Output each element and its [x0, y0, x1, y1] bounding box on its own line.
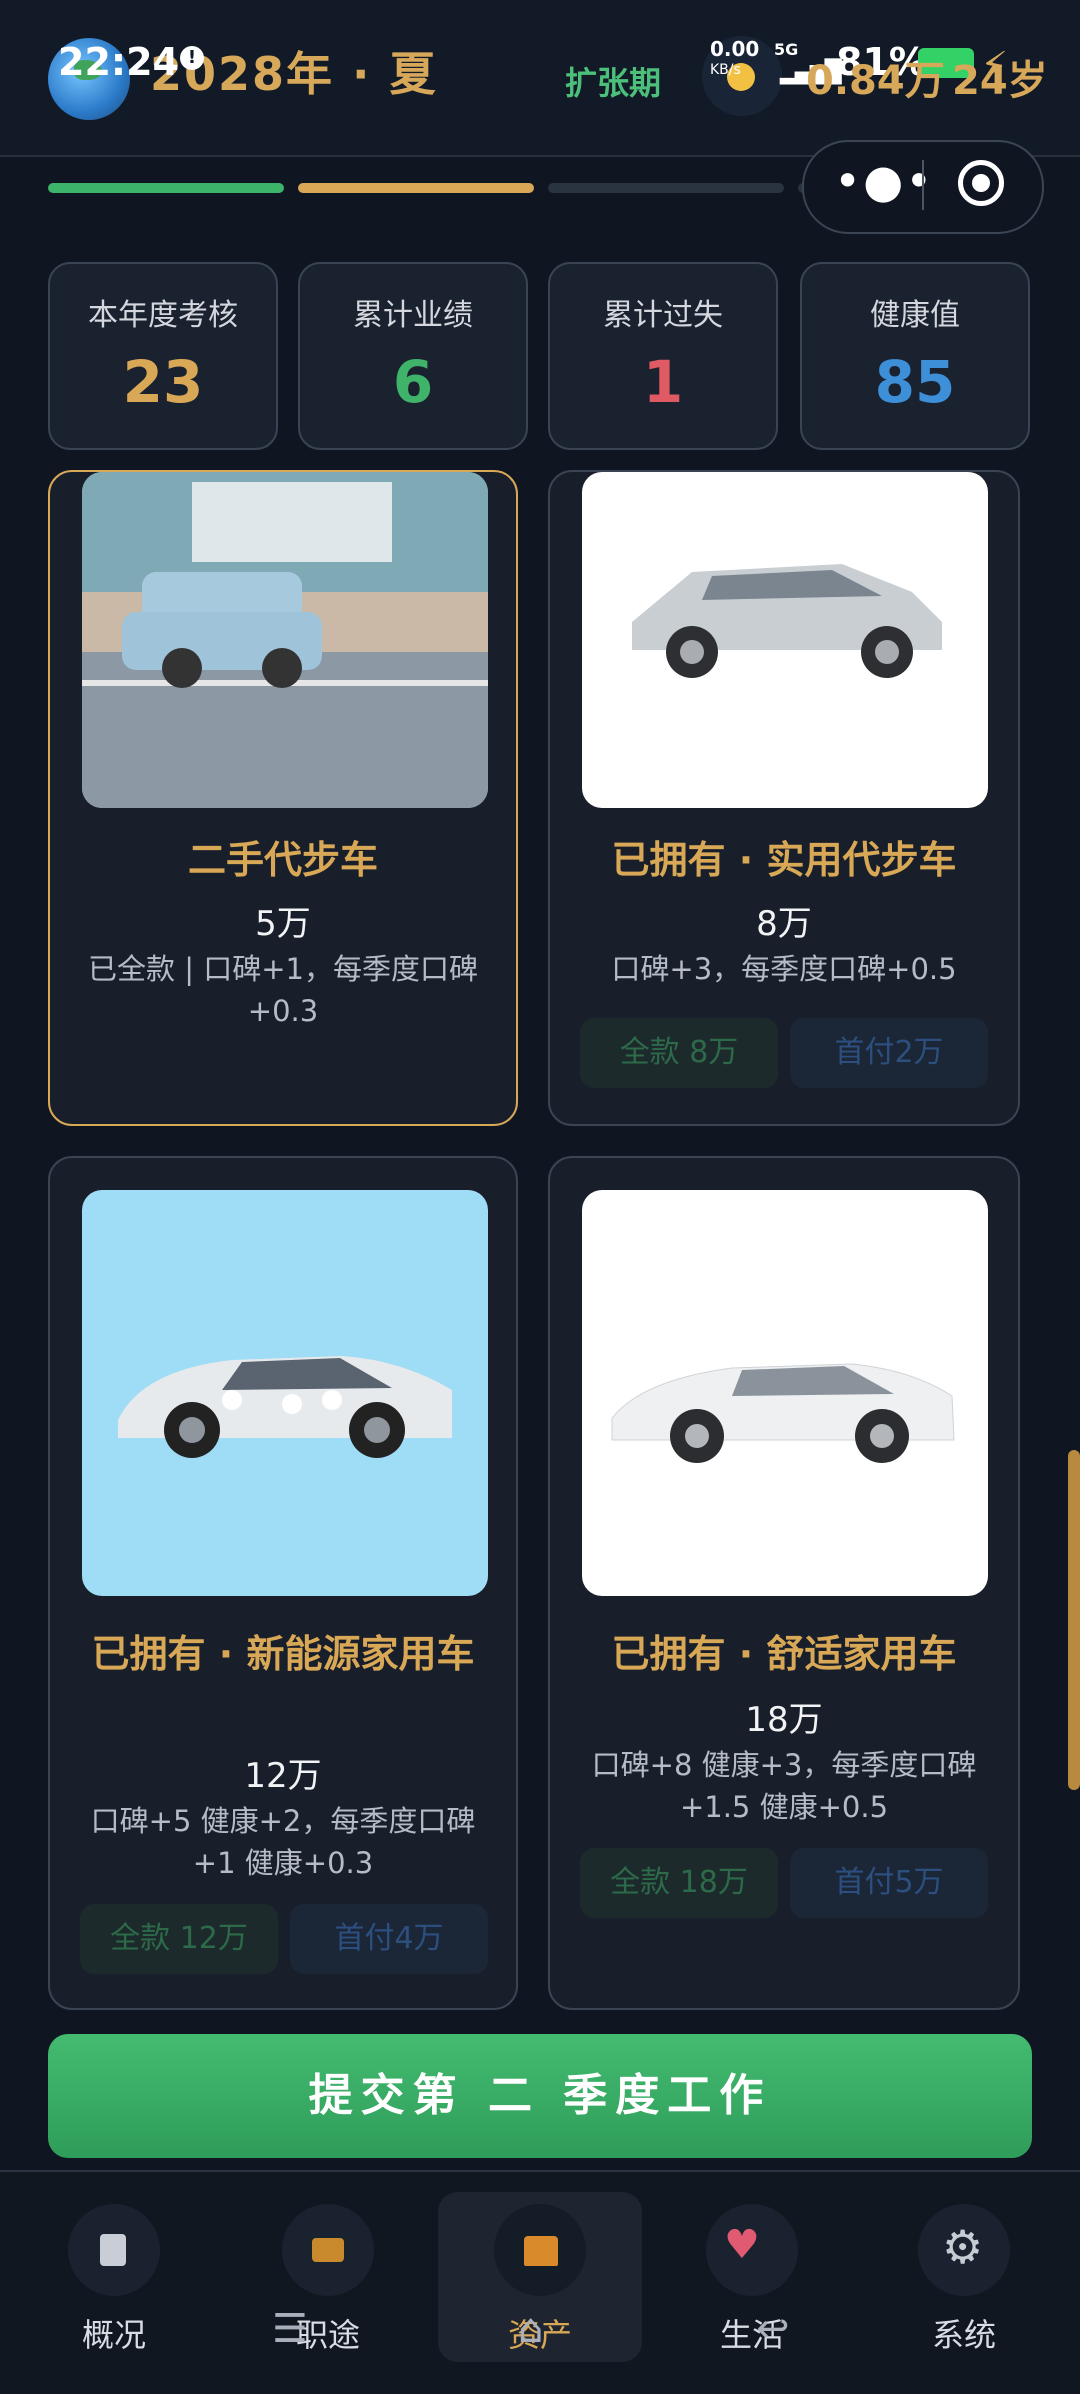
close-target-dot: [972, 174, 990, 192]
more-menu-icon[interactable]: •●•: [834, 158, 934, 204]
nav-overview[interactable]: 概况: [14, 2310, 214, 2356]
network-speed: 0.00: [710, 37, 760, 61]
scrollbar[interactable]: [1068, 1450, 1080, 1790]
asset-card-practical-car[interactable]: 已拥有 · 实用代步车 8万 口碑+3，每季度口碑+0.5 全款 8万 首付2万: [548, 470, 1020, 1126]
home-icon[interactable]: ⌂: [518, 2306, 543, 2352]
asset-card-comfort-family-car[interactable]: 已拥有 · 舒适家用车 18万 口碑+8 健康+3，每季度口碑+1.5 健康+0…: [548, 1156, 1020, 2010]
stat-value: 23: [122, 348, 204, 416]
stat-label: 累计过失: [603, 298, 723, 333]
asset-price: 5万: [255, 904, 311, 944]
pay-full-button[interactable]: 全款 18万: [580, 1848, 778, 1918]
ev-car-image: [82, 1190, 488, 1596]
down-payment-button[interactable]: 首付4万: [290, 1904, 488, 1974]
bolt-icon: ⚡: [980, 44, 1009, 90]
asset-desc: 已全款 | 口碑+1，每季度口碑+0.3: [88, 952, 478, 1028]
clipboard-icon: [100, 2234, 126, 2266]
asset-card-ev-family-car[interactable]: 已拥有 · 新能源家用车 12万 口碑+5 健康+2，每季度口碑+1 健康+0.…: [48, 1156, 518, 2010]
down-payment-button[interactable]: 首付2万: [790, 1018, 988, 1088]
nav-career[interactable]: 职途: [228, 2310, 428, 2356]
stat-label: 本年度考核: [88, 298, 238, 333]
asset-card-used-car[interactable]: 二手代步车 5万 已全款 | 口碑+1，每季度口碑+0.3: [48, 470, 518, 1126]
recent-apps-icon[interactable]: ☰: [272, 2306, 308, 2352]
pay-full-button[interactable]: 全款 8万: [580, 1018, 778, 1088]
back-icon[interactable]: ↩: [756, 2306, 790, 2352]
gear-icon: ⚙: [942, 2220, 984, 2274]
stat-label: 健康值: [870, 298, 960, 333]
asset-price: 18万: [745, 1700, 823, 1740]
stat-value: 1: [642, 348, 684, 416]
stat-label: 累计业绩: [353, 298, 473, 333]
heart-icon: ♥: [724, 2222, 760, 2268]
asset-title: 已拥有 · 实用代步车: [611, 838, 957, 882]
practical-car-image: [582, 472, 988, 808]
asset-desc: 口碑+5 健康+2，每季度口碑+1 健康+0.3: [90, 1804, 476, 1880]
house-icon: [524, 2236, 558, 2266]
nav-system[interactable]: 系统: [864, 2310, 1064, 2356]
capsule-divider: [922, 160, 924, 210]
down-payment-button[interactable]: 首付5万: [790, 1848, 988, 1918]
pay-full-button[interactable]: 全款 12万: [80, 1904, 278, 1974]
asset-price: 12万: [244, 1756, 322, 1796]
stat-card-health: 健康值 85: [800, 262, 1030, 450]
progress-segment-3: [548, 183, 784, 193]
notification-icon: !: [180, 46, 204, 70]
stat-value: 85: [874, 348, 956, 416]
network-type: 5G: [774, 40, 799, 59]
status-time: 22:24: [58, 40, 179, 84]
briefcase-icon: [312, 2238, 344, 2262]
stat-card-assessment: 本年度考核 23: [48, 262, 278, 450]
progress-segment-2: [298, 183, 534, 193]
nav-life[interactable]: 生活: [652, 2310, 852, 2356]
network-unit: KB/s: [710, 62, 741, 78]
progress-segment-1: [48, 183, 284, 193]
money-value: 0.84万: [806, 58, 945, 104]
asset-title: 已拥有 · 新能源家用车: [91, 1632, 475, 1676]
asset-title: 二手代步车: [187, 838, 378, 882]
stat-card-mistakes: 累计过失 1: [548, 262, 778, 450]
asset-price: 8万: [756, 904, 812, 944]
submit-quarter-button[interactable]: 提交第 二 季度工作: [48, 2034, 1032, 2158]
asset-title: 已拥有 · 舒适家用车: [611, 1632, 957, 1676]
asset-desc: 口碑+3，每季度口碑+0.5: [611, 952, 957, 986]
used-car-image: [82, 472, 488, 808]
comfort-car-image: [582, 1190, 988, 1596]
phase-label: 扩张期: [565, 64, 662, 102]
stat-card-performance: 累计业绩 6: [298, 262, 528, 450]
asset-desc: 口碑+8 健康+3，每季度口碑+1.5 健康+0.5: [591, 1748, 977, 1824]
stat-value: 6: [392, 348, 434, 416]
